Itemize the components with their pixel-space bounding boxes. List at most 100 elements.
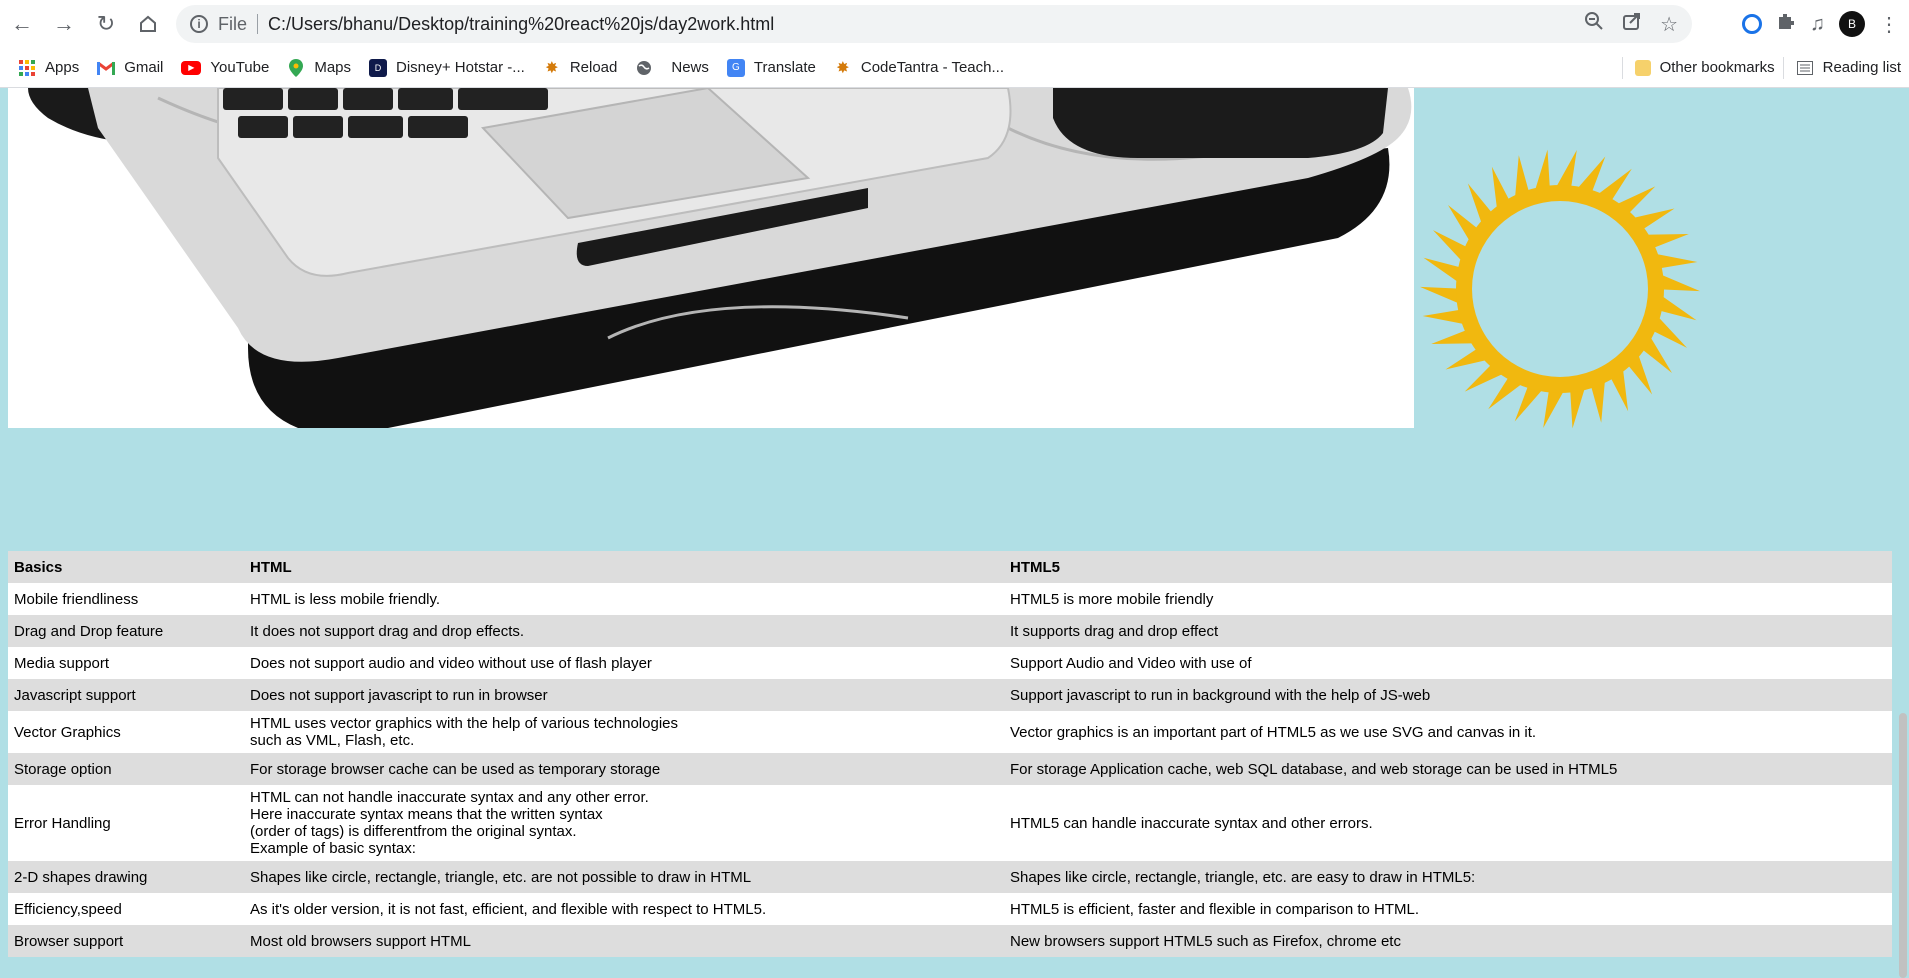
cell-basic: 2-D shapes drawing [14, 868, 148, 886]
cell-basic: Browser support [14, 932, 124, 950]
cell-html5: HTML5 is efficient, faster and flexible … [1010, 900, 1420, 918]
cell-html-line: It does not support drag and drop effect… [250, 622, 525, 640]
bookmark-label: YouTube [210, 59, 270, 76]
bookmarks-right-area: Other bookmarks Reading list [1614, 48, 1909, 87]
back-arrow-icon[interactable]: ← [2, 4, 42, 44]
bookmark-reload[interactable]: ✸ Reload [543, 59, 618, 77]
extensions-puzzle-icon[interactable] [1776, 11, 1796, 37]
media-control-icon[interactable]: ♫ [1810, 13, 1825, 36]
bookmark-apps[interactable]: Apps [18, 59, 79, 77]
bookmark-label: News [671, 59, 709, 76]
bookmark-label: Translate [753, 59, 816, 76]
address-bar[interactable]: i File C:/Users/bhanu/Desktop/training%2… [176, 5, 1692, 43]
cell-html5: It supports drag and drop effect [1010, 622, 1219, 640]
cell-html: HTML uses vector graphics with the help … [244, 711, 1004, 753]
cell-html-line: Shapes like circle, rectangle, triangle,… [250, 868, 752, 886]
cell-basic: Drag and Drop feature [14, 622, 164, 640]
page-content: Basics HTML HTML5 Mobile friendliness HTM… [0, 88, 1909, 978]
other-bookmarks-folder[interactable]: Other bookmarks [1634, 59, 1775, 76]
table-row: Drag and Drop feature It does not support… [8, 615, 1892, 647]
cell-html-line: Most old browsers support HTML [250, 932, 471, 950]
cell-html-line: As it's older version, it is not fast, e… [250, 900, 767, 918]
codetantra-icon: ✸ [545, 59, 559, 77]
google-translate-icon: G [726, 58, 745, 77]
cell-basic: Error Handling [14, 814, 111, 832]
gmail-icon [97, 59, 116, 77]
bookmark-gmail[interactable]: Gmail [97, 59, 163, 77]
extensions-area: ♫ B ⋮ [1742, 5, 1909, 43]
omnibox-divider [257, 14, 259, 34]
vertical-scrollbar[interactable] [1897, 88, 1909, 978]
share-icon[interactable] [1622, 11, 1642, 37]
cell-html: Shapes like circle, rectangle, triangle,… [244, 861, 1004, 893]
header-html5: HTML5 [1010, 558, 1060, 576]
cell-html5: Support Audio and Video with use of [1010, 654, 1252, 672]
forward-arrow-icon[interactable]: → [44, 4, 84, 44]
menu-kebab-icon[interactable]: ⋮ [1879, 12, 1899, 37]
bookmark-hotstar[interactable]: D Disney+ Hotstar -... [369, 58, 525, 77]
bookmark-translate[interactable]: G Translate [726, 58, 816, 77]
hotstar-icon: D [369, 58, 388, 77]
bookmark-label: Apps [45, 59, 80, 76]
bookmarks-divider [1621, 56, 1623, 79]
cell-basic: Media support [14, 654, 110, 672]
table-row: Mobile friendliness HTML is less mobile f… [8, 583, 1892, 615]
table-row: 2-D shapes drawing Shapes like circle, re… [8, 861, 1892, 893]
globe-icon [635, 59, 653, 77]
cell-html5: Support javascript to run in background … [1010, 686, 1431, 704]
bookmark-label: Maps [314, 59, 352, 76]
reading-list-button[interactable]: Reading list [1796, 59, 1901, 77]
bookmark-news[interactable]: News [671, 59, 709, 76]
cell-html-line: HTML uses vector graphics with the help … [250, 715, 678, 732]
cell-html: Most old browsers support HTML [244, 925, 1004, 957]
cell-html5: New browsers support HTML5 such as Firef… [1010, 932, 1401, 950]
bookmark-maps[interactable]: Maps [287, 58, 352, 77]
cell-html5: HTML5 can handle inaccurate syntax and o… [1010, 814, 1373, 832]
table-row: Vector Graphics HTML uses vector graphics… [8, 711, 1892, 753]
zoom-out-icon[interactable] [1584, 11, 1604, 37]
folder-icon [1634, 59, 1651, 76]
bookmark-codetantra[interactable]: ✸ CodeTantra - Teach... [834, 59, 1004, 77]
info-icon[interactable]: i [190, 15, 208, 33]
bookmark-label: Reload [569, 59, 618, 76]
header-html: HTML [250, 558, 292, 576]
table-row: Browser support Most old browsers support… [8, 925, 1892, 957]
bookmark-label: CodeTantra - Teach... [860, 59, 1004, 76]
url-text[interactable]: C:/Users/bhanu/Desktop/training%20react%… [268, 14, 774, 35]
table-row: Media support Does not support audio and … [8, 647, 1892, 679]
url-scheme-label: File [218, 13, 248, 34]
reload-icon[interactable]: ↻ [86, 4, 126, 44]
cell-basic: Efficiency,speed [14, 900, 122, 918]
home-icon[interactable] [128, 4, 168, 44]
cell-basic: Storage option [14, 760, 112, 778]
bookmark-youtube[interactable]: ▶ YouTube [181, 59, 269, 76]
cell-html5: Shapes like circle, rectangle, triangle,… [1010, 868, 1476, 886]
cell-html: HTML is less mobile friendly. [244, 583, 1004, 615]
bookmark-label: Gmail [124, 59, 164, 76]
cell-html-line: HTML can not handle inaccurate syntax an… [250, 789, 649, 806]
bookmark-star-icon[interactable]: ☆ [1660, 12, 1678, 37]
cell-html-line: Example of basic syntax: [250, 840, 416, 857]
bookmarks-divider [1782, 56, 1784, 79]
cell-html: Does not support javascript to run in br… [244, 679, 1004, 711]
comparison-table: Basics HTML HTML5 Mobile friendliness HTM… [8, 551, 1892, 957]
reading-list-label: Reading list [1822, 59, 1901, 76]
table-body: Mobile friendliness HTML is less mobile f… [8, 583, 1892, 957]
bookmark-label: Disney+ Hotstar -... [396, 59, 525, 76]
table-row: Efficiency,speed As it's older version, i… [8, 893, 1892, 925]
cell-html: HTML can not handle inaccurate syntax an… [244, 785, 1004, 861]
cell-html: For storage browser cache can be used as… [244, 753, 1004, 785]
cell-html: As it's older version, it is not fast, e… [244, 893, 1004, 925]
sun-center [1472, 201, 1648, 377]
cell-html5: For storage Application cache, web SQL d… [1010, 760, 1618, 778]
cell-html-line: (order of tags) is differentfrom the ori… [250, 823, 577, 840]
cell-basic: Vector Graphics [14, 723, 121, 741]
cell-html: Does not support audio and video without… [244, 647, 1004, 679]
extension-shield-icon[interactable] [1742, 14, 1762, 34]
cell-basic: Javascript support [14, 686, 136, 704]
cell-html-line: HTML is less mobile friendly. [250, 590, 441, 608]
scrollbar-thumb[interactable] [1899, 713, 1907, 978]
profile-avatar[interactable]: B [1839, 11, 1865, 37]
cell-html-line: such as VML, Flash, etc. [250, 732, 415, 749]
bookmark-globe[interactable] [635, 59, 653, 77]
